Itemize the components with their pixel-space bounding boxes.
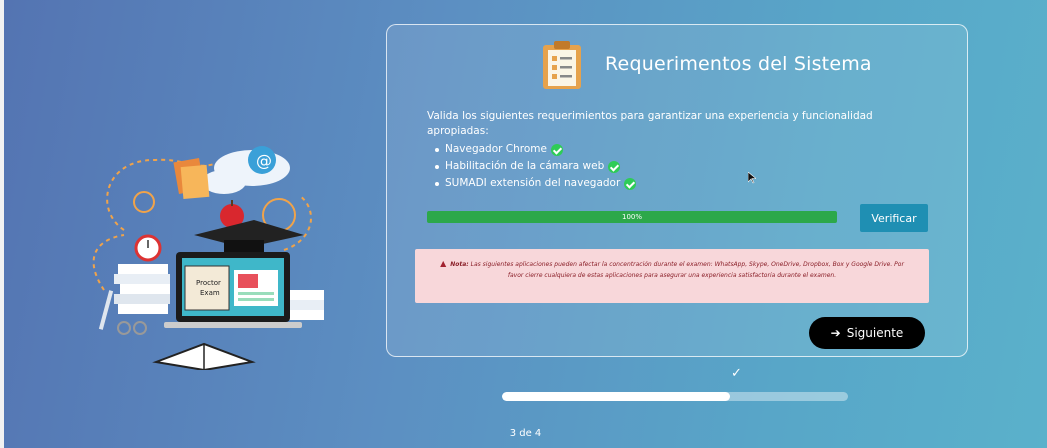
verify-button[interactable]: Verificar <box>860 204 928 232</box>
bullet <box>435 181 439 186</box>
list-item: Navegador Chrome <box>435 141 636 158</box>
requirement-label: SUMADI extensión del navegador <box>445 177 621 189</box>
step-progress-bar <box>502 392 848 401</box>
warning-icon: ▲ <box>440 259 447 268</box>
check-circle-icon <box>624 177 637 190</box>
check-circle-icon <box>551 143 563 156</box>
step-progress-fill <box>502 392 731 401</box>
page-background: @ Proctor Exam Requerimentos del Sistema… <box>4 0 1047 448</box>
verification-progress-bar: 100% <box>427 211 837 223</box>
note-text: Las siguientes aplicaciones pueden afect… <box>470 261 904 279</box>
next-button-label: Siguiente <box>846 326 904 340</box>
laptop-text-2: Exam <box>200 289 220 297</box>
bullet <box>435 164 439 169</box>
svg-text:@: @ <box>256 151 272 170</box>
list-item: Habilitación de la cámara web <box>435 158 636 175</box>
clipboard-icon <box>543 41 581 89</box>
check-circle-icon <box>608 160 621 173</box>
list-item: SUMADI extensión del navegador <box>435 175 637 192</box>
laptop-text-1: Proctor <box>196 279 221 287</box>
page-title: Requerimentos del Sistema <box>605 53 872 75</box>
bullet <box>435 147 439 152</box>
requirements-list: Navegador Chrome Habilitación de la cáma… <box>435 141 637 192</box>
warning-note: ▲ Nota: Las siguientes aplicaciones puede… <box>415 249 929 303</box>
next-button[interactable]: ➔ Siguiente <box>809 317 925 349</box>
requirements-intro: Valida los siguientes requerimientos par… <box>427 110 873 137</box>
step-indicator: 3 de 4 <box>509 428 542 439</box>
mouse-cursor-icon <box>748 172 756 184</box>
arrow-right-icon: ➔ <box>830 326 841 340</box>
note-prefix: Nota: <box>450 261 469 268</box>
requirement-label: Navegador Chrome <box>445 143 547 155</box>
exam-illustration: @ Proctor Exam <box>92 146 324 370</box>
requirement-label: Habilitación de la cámara web <box>445 160 605 172</box>
checkmark-icon: ✓ <box>731 366 742 381</box>
requirements-card: Requerimentos del Sistema Valida los sig… <box>386 24 968 357</box>
progress-fill: 100% <box>427 211 837 223</box>
